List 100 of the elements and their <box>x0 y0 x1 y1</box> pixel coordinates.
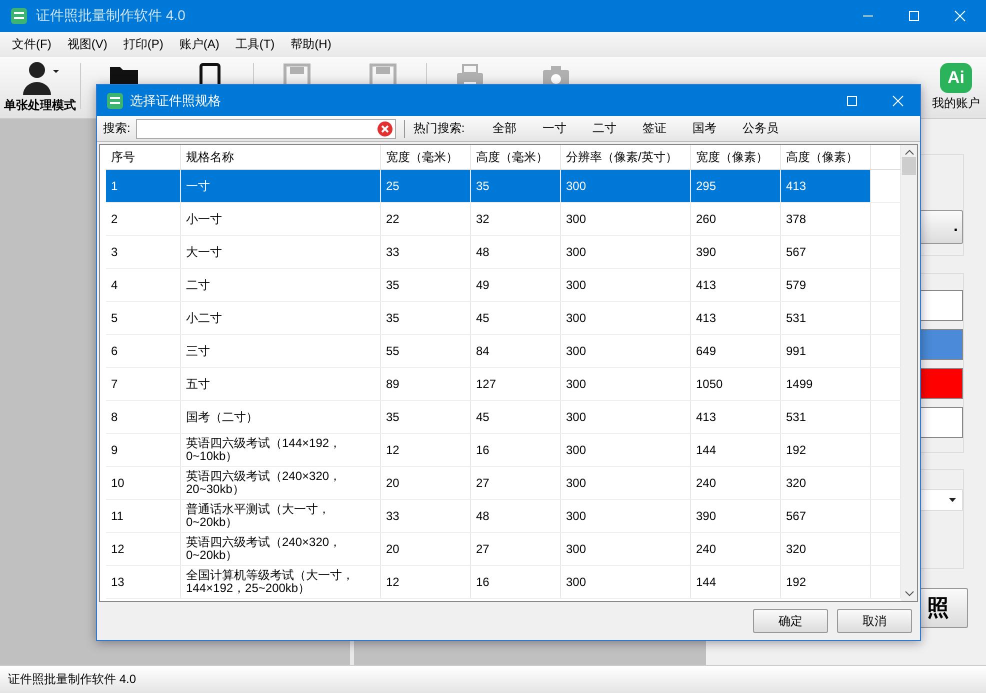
window-title: 证件照批量制作软件 4.0 <box>36 7 186 25</box>
table-cell: 大一寸 <box>186 246 222 258</box>
dialog-button[interactable]: 取消 <box>837 609 912 633</box>
table-cell-text: 全国计算机等级考试（大一寸，144×192，25~200kb） <box>186 569 355 595</box>
table-cell: 320 <box>786 476 806 490</box>
table-cell: 一寸 <box>186 180 210 192</box>
table-cell: 48 <box>476 510 490 522</box>
table-cell: 12 <box>386 576 400 588</box>
status-text: 证件照批量制作软件 4.0 <box>8 671 136 688</box>
search-field[interactable] <box>136 118 396 138</box>
table-cell: 27 <box>476 542 490 556</box>
hot-search-link[interactable]: 公务员 <box>732 120 789 137</box>
column-header[interactable]: 分辨率（像素/英寸） <box>561 145 691 169</box>
table-row[interactable]: 4 二寸 35 49 300 413 579 <box>106 269 901 302</box>
scroll-down-icon[interactable] <box>904 591 914 597</box>
menu-item[interactable]: 打印(P) <box>115 36 172 53</box>
table-cell: 300 <box>566 444 586 456</box>
hot-search-link[interactable]: 全部 <box>482 120 527 137</box>
table-cell: 13 <box>111 576 124 588</box>
table-row[interactable]: 7 五寸 89 127 300 1050 1499 <box>106 368 901 401</box>
table-row[interactable]: 5 小二寸 35 45 300 413 531 <box>106 302 901 335</box>
table-cell: 33 <box>386 246 400 258</box>
table-cell: 三寸 <box>186 344 210 358</box>
table-row[interactable]: 2 小一寸 22 32 300 260 378 <box>106 203 901 236</box>
table-cell: 1050 <box>696 378 723 390</box>
table-cell: 300 <box>566 576 586 588</box>
table-cell-text: 英语四六级考试（240×320，20~30kb） <box>186 470 342 496</box>
table-cell: 579 <box>786 278 806 292</box>
column-header[interactable]: 高度（像素） <box>781 145 871 169</box>
table-cell: 300 <box>566 344 586 358</box>
table-row[interactable]: 10 英语四六级考试（240×320，20~30kb） 20 27 300 240 320 <box>106 467 901 500</box>
account-button[interactable]: Ai 我的账户 <box>926 57 986 112</box>
menu-item[interactable]: 工具(T) <box>227 36 283 53</box>
table-cell: 567 <box>786 246 806 258</box>
table-cell: 35 <box>386 278 400 292</box>
table-cell: 390 <box>696 510 716 522</box>
table-cell: 2 <box>111 212 118 226</box>
table-row[interactable]: 13 全国计算机等级考试（大一寸，144×192，25~200kb） 12 16 300 144 192 <box>106 566 901 599</box>
table-row[interactable]: 3 大一寸 33 48 300 390 567 <box>106 236 901 269</box>
table-cell: 567 <box>786 510 806 522</box>
scroll-up-icon[interactable] <box>904 149 914 155</box>
menu-item[interactable]: 账户(A) <box>171 36 228 53</box>
column-header[interactable]: 宽度（毫米） <box>381 145 471 169</box>
menu-item[interactable]: 文件(F) <box>4 36 60 53</box>
table-cell: 4 <box>111 278 118 292</box>
table-row[interactable]: 8 国考（二寸） 35 45 300 413 531 <box>106 401 901 434</box>
mode-button[interactable]: 单张处理模式 <box>0 57 80 114</box>
table-cell-text: 英语四六级考试（144×192，0~10kb） <box>186 437 342 463</box>
table-row[interactable]: 6 三寸 55 84 300 649 991 <box>106 335 901 368</box>
table-cell: 192 <box>786 576 806 588</box>
table-cell: 300 <box>566 542 586 556</box>
table-cell: 1499 <box>786 378 813 390</box>
maximize-icon[interactable] <box>846 94 858 106</box>
close-icon[interactable] <box>954 10 966 22</box>
table-cell: 12 <box>386 444 400 456</box>
table-cell: 240 <box>696 542 716 556</box>
table-cell: 9 <box>111 444 118 456</box>
scroll-thumb[interactable] <box>902 157 916 175</box>
table-cell: 531 <box>786 410 806 424</box>
table-cell: 小一寸 <box>186 212 222 226</box>
table-cell: 35 <box>386 410 400 424</box>
hot-search-label: 热门搜索: <box>413 120 465 137</box>
table-cell: 300 <box>566 180 586 192</box>
table-cell: 89 <box>386 378 400 390</box>
column-header[interactable]: 宽度（像素） <box>691 145 781 169</box>
column-header[interactable]: 高度（毫米） <box>471 145 561 169</box>
search-label: 搜索: <box>103 120 130 137</box>
table-row[interactable]: 11 普通话水平测试（大一寸，0~20kb） 33 48 300 390 567 <box>106 500 901 533</box>
dialog-button[interactable]: 确定 <box>753 609 828 633</box>
table-cell: 49 <box>476 278 490 292</box>
table-cell: 16 <box>476 576 490 588</box>
table-cell: 300 <box>566 312 586 324</box>
hot-search-link[interactable]: 国考 <box>682 120 727 137</box>
table-cell: 5 <box>111 312 118 324</box>
table-cell: 35 <box>386 312 400 324</box>
table-cell-text: 英语四六级考试（240×320，0~20kb） <box>186 536 342 562</box>
table-row[interactable]: 1 一寸 25 35 300 295 413 <box>106 170 901 203</box>
scrollbar[interactable] <box>901 145 917 601</box>
dialog-title: 选择证件照规格 <box>130 92 221 110</box>
hot-search-link[interactable]: 二寸 <box>582 120 627 137</box>
table-cell: 84 <box>476 344 490 358</box>
hot-search-link[interactable]: 一寸 <box>532 120 577 137</box>
app-logo-icon <box>10 7 28 25</box>
table-row[interactable]: 9 英语四六级考试（144×192，0~10kb） 12 16 300 144 192 <box>106 434 901 467</box>
table-cell: 649 <box>696 344 716 358</box>
table-cell: 32 <box>476 212 490 226</box>
column-header[interactable]: 规格名称 <box>181 145 381 169</box>
menu-item[interactable]: 视图(V) <box>59 36 116 53</box>
table-cell: 531 <box>786 312 806 324</box>
table-cell: 413 <box>696 278 716 292</box>
table-row[interactable]: 12 英语四六级考试（240×320，0~20kb） 20 27 300 240 320 <box>106 533 901 566</box>
close-icon[interactable] <box>892 94 904 106</box>
table-cell: 12 <box>111 542 124 556</box>
maximize-icon[interactable] <box>908 10 920 22</box>
hot-search-link[interactable]: 签证 <box>632 120 677 137</box>
clear-icon[interactable] <box>377 120 394 136</box>
user-icon <box>21 61 59 95</box>
menu-item[interactable]: 帮助(H) <box>282 36 340 53</box>
table-cell: 二寸 <box>186 278 210 292</box>
column-header[interactable]: 序号 <box>106 145 181 169</box>
